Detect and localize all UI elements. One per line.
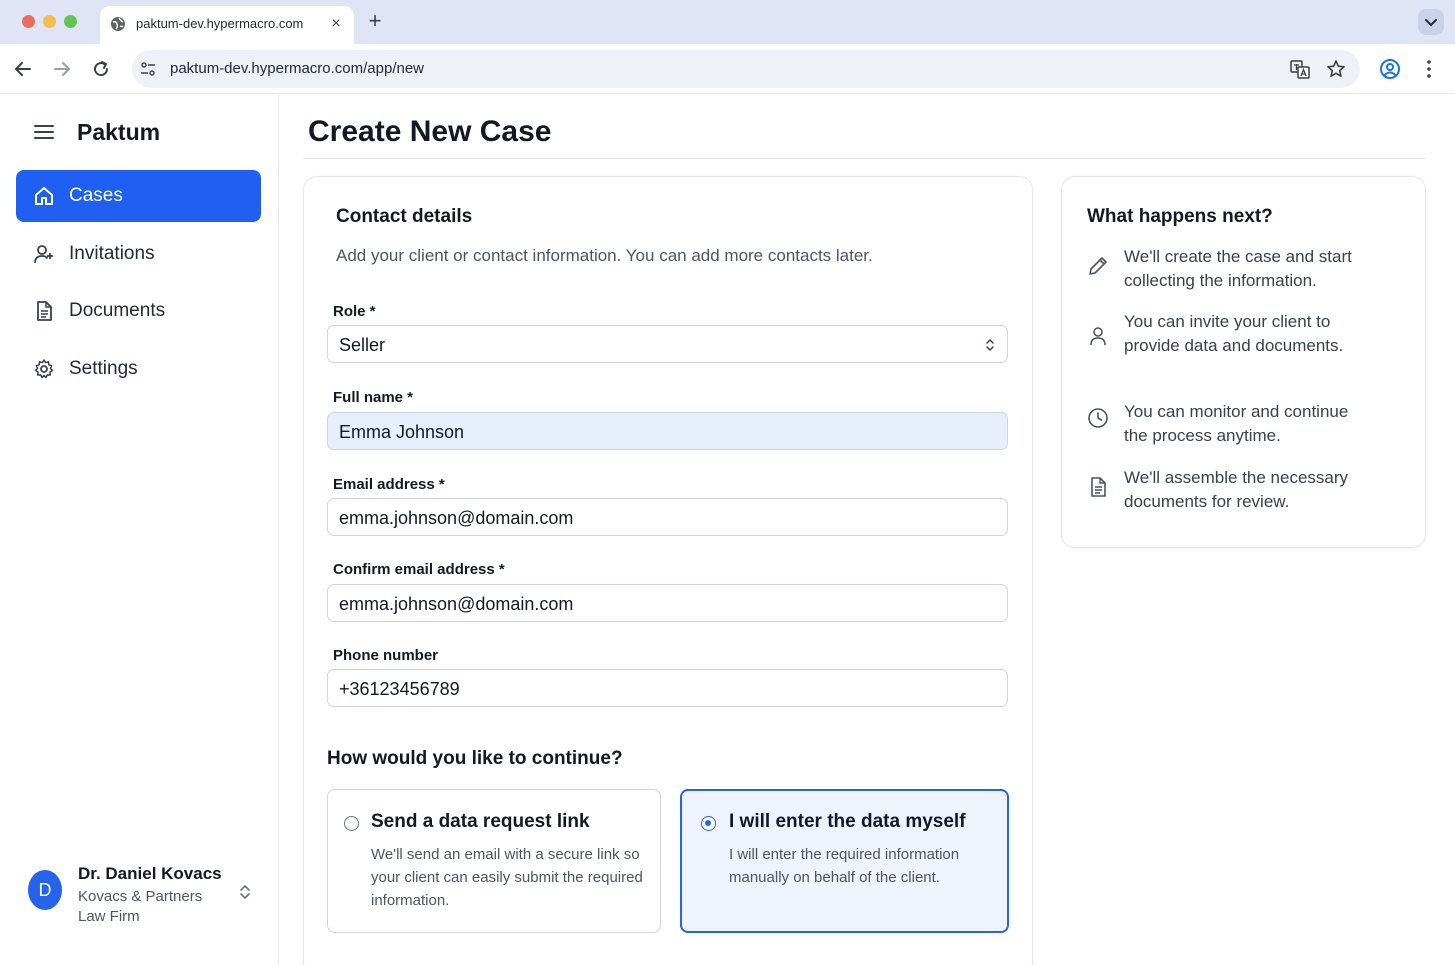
- option-enter-myself[interactable]: I will enter the data myself I will ente…: [680, 789, 1009, 933]
- tab-search-button[interactable]: [1418, 9, 1444, 35]
- continue-question: How would you like to continue?: [327, 748, 623, 769]
- window-zoom-button[interactable]: [64, 15, 77, 28]
- divider: [303, 158, 1426, 159]
- profile-icon[interactable]: [1378, 57, 1402, 81]
- sidebar-item-label: Cases: [69, 185, 123, 206]
- browser-tab[interactable]: paktum-dev.hypermacro.com ×: [100, 6, 354, 44]
- phone-label: Phone number: [333, 647, 439, 664]
- email-label: Email address *: [333, 476, 445, 493]
- document-icon: [1091, 477, 1106, 497]
- clock-icon: [1088, 408, 1108, 428]
- phone-value: +36123456789: [339, 679, 460, 699]
- option-title: Send a data request link: [371, 811, 590, 832]
- sidebar-item-label: Settings: [69, 358, 138, 379]
- document-icon: [37, 301, 52, 321]
- sidebar-item-documents[interactable]: Documents: [16, 285, 261, 337]
- sidebar: Paktum Cases Invitations Documents Setti…: [0, 95, 279, 965]
- new-tab-button[interactable]: +: [364, 10, 386, 32]
- user-name: Dr. Daniel Kovacs: [78, 864, 222, 883]
- forward-arrow-icon[interactable]: [50, 57, 74, 81]
- what-happens-next-card: What happens next? We'll create the case…: [1061, 176, 1426, 548]
- radio-enter-myself[interactable]: [701, 816, 716, 831]
- tab-close-icon[interactable]: ×: [328, 15, 344, 33]
- sidebar-item-invitations[interactable]: Invitations: [16, 228, 261, 280]
- more-menu-icon[interactable]: [1417, 57, 1441, 81]
- sidebar-item-settings[interactable]: Settings: [16, 343, 261, 395]
- pencil-icon: [1089, 257, 1107, 275]
- role-select[interactable]: Seller: [327, 325, 1008, 363]
- full-name-input[interactable]: Emma Johnson: [327, 412, 1008, 450]
- site-settings-icon[interactable]: [140, 61, 156, 77]
- confirm-email-value: emma.johnson@domain.com: [339, 594, 574, 614]
- full-name-label: Full name *: [333, 389, 414, 406]
- confirm-email-input[interactable]: emma.johnson@domain.com: [327, 584, 1008, 622]
- window-minimize-button[interactable]: [43, 15, 56, 28]
- chevron-down-icon: [1425, 19, 1437, 27]
- user-organization: Kovacs & Partners Law Firm: [78, 888, 203, 925]
- confirm-email-label: Confirm email address *: [333, 561, 505, 578]
- gear-icon: [34, 359, 54, 379]
- option-send-link[interactable]: Send a data request link We'll send an e…: [327, 789, 661, 933]
- role-label: Role *: [333, 303, 376, 320]
- email-value: emma.johnson@domain.com: [339, 508, 574, 528]
- person-icon: [1090, 327, 1106, 346]
- contact-form-card: Contact details Add your client or conta…: [303, 176, 1033, 965]
- window-close-button[interactable]: [22, 15, 35, 28]
- url-text[interactable]: paktum-dev.hypermacro.com/app/new: [170, 60, 424, 77]
- email-input[interactable]: emma.johnson@domain.com: [327, 498, 1008, 536]
- tab-title: paktum-dev.hypermacro.com: [136, 16, 304, 31]
- radio-send-link[interactable]: [344, 816, 359, 831]
- chevron-up-down-icon[interactable]: [238, 883, 252, 901]
- option-title: I will enter the data myself: [729, 811, 966, 832]
- what-happens-next-heading: What happens next?: [1087, 206, 1273, 227]
- next-step-text: We'll create the case and start collecti…: [1124, 247, 1352, 290]
- next-step-text: We'll assemble the necessary documents f…: [1124, 468, 1349, 511]
- page-title: Create New Case: [308, 115, 552, 148]
- role-value: Seller: [339, 335, 386, 355]
- sidebar-item-cases[interactable]: Cases: [16, 170, 261, 222]
- bookmark-star-icon[interactable]: [1325, 58, 1347, 80]
- translate-icon[interactable]: [1289, 58, 1311, 80]
- next-step-text: You can invite your client to provide da…: [1124, 312, 1344, 355]
- sidebar-item-label: Invitations: [69, 243, 155, 264]
- next-step-text: You can monitor and continue the process…: [1124, 402, 1349, 445]
- phone-input[interactable]: +36123456789: [327, 669, 1008, 707]
- globe-icon: [111, 17, 125, 31]
- browser-tab-bar: paktum-dev.hypermacro.com × +: [0, 0, 1455, 44]
- reload-icon[interactable]: [89, 57, 113, 81]
- home-icon: [35, 187, 53, 205]
- back-arrow-icon[interactable]: [11, 57, 35, 81]
- contact-details-subtitle: Add your client or contact information. …: [336, 246, 873, 265]
- browser-toolbar: paktum-dev.hypermacro.com/app/new: [0, 44, 1455, 94]
- hamburger-menu-icon[interactable]: [34, 124, 54, 140]
- contact-details-heading: Contact details: [336, 206, 473, 227]
- option-description: I will enter the required information ma…: [729, 846, 960, 886]
- user-plus-icon: [34, 245, 53, 264]
- avatar[interactable]: D: [28, 870, 62, 910]
- sidebar-item-label: Documents: [69, 300, 166, 321]
- option-description: We'll send an email with a secure link s…: [371, 846, 643, 909]
- brand-name[interactable]: Paktum: [77, 119, 160, 146]
- chevron-up-down-icon: [986, 338, 994, 352]
- address-bar[interactable]: paktum-dev.hypermacro.com/app/new: [132, 50, 1360, 88]
- full-name-value: Emma Johnson: [339, 422, 465, 442]
